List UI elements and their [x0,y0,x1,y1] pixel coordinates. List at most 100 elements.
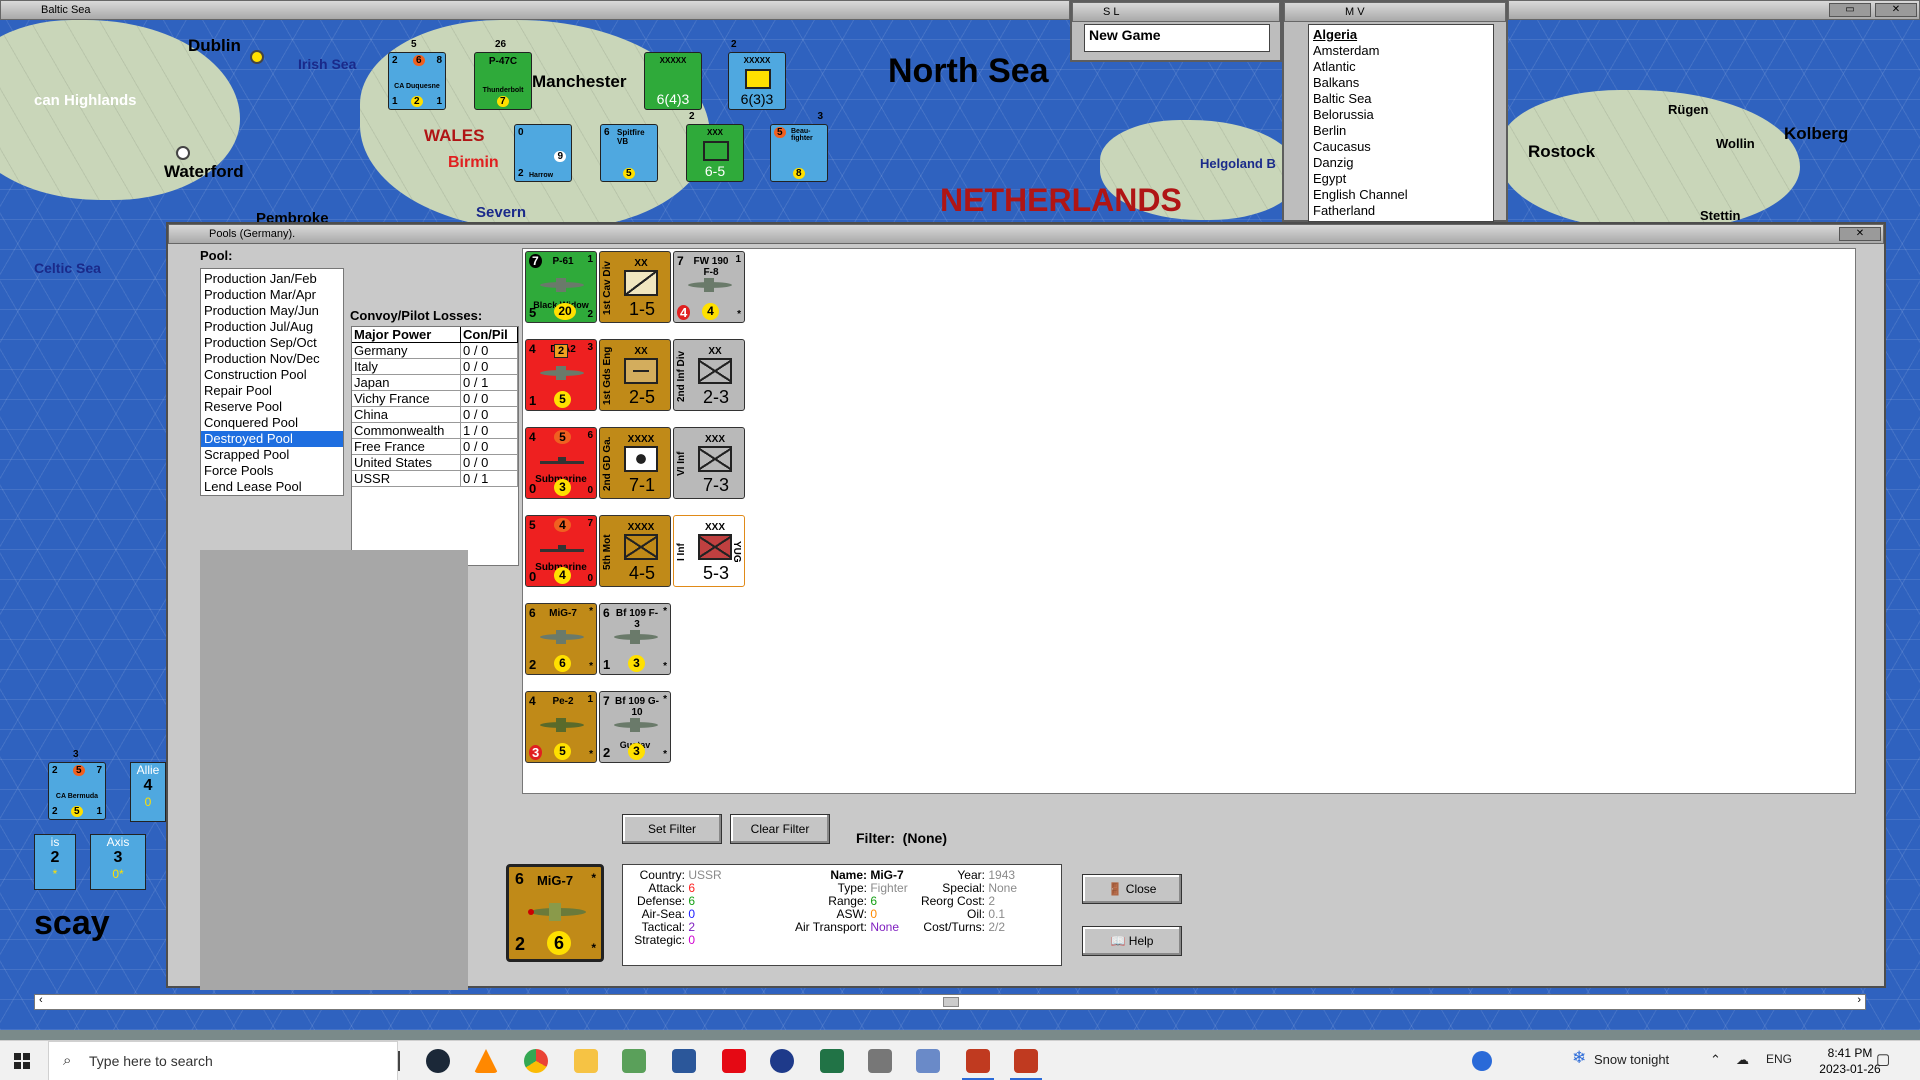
map-counter-spitfire[interactable]: 6 Spitfire VB 5 [600,124,658,182]
pool-unit-counter[interactable]: 5th Mot XXXX 4-5 [599,515,671,587]
pool-list-item[interactable]: Production Sep/Oct [201,335,343,351]
pool-list-item[interactable]: Construction Pool [201,367,343,383]
mv-location-item[interactable]: Danzig [1313,155,1489,171]
map-counter-ca-duquesne[interactable]: 5 2 6 8 CA Duquesne 1 2 1 [388,39,446,110]
mv-location-list[interactable]: Algeria Amsterdam Atlantic Balkans Baltic Se… [1308,24,1494,222]
pool-unit-counter[interactable]: 7 P-61 1 Black Widow 5 20 2 [525,251,597,323]
help-button[interactable]: 📖 Help [1082,926,1182,956]
map-counter-xxxxx-2[interactable]: 2 XXXXX 6(3)3 [728,39,786,110]
pool-unit-counter[interactable]: 6 Bf 109 F-3 * 1 3 * [599,603,671,675]
set-filter-button[interactable]: Set Filter [622,814,722,844]
pool-unit-counter[interactable]: 7Bf 109 G-10*Gustav23* [599,691,671,763]
disney-plus-icon[interactable] [770,1049,794,1073]
allies-box[interactable]: Allie 4 0 [130,762,166,822]
pool-unit-counter[interactable]: 2nd GD Ga. XXXX 7-1 [599,427,671,499]
losses-value: 0 / 1 [460,374,518,391]
pool-list-item[interactable]: Production May/Jun [201,303,343,319]
app-window-icon[interactable] [916,1049,940,1073]
mv-location-item[interactable]: Fatherland [1313,203,1489,219]
map-window-titlebar-right[interactable]: ▭ ✕ [1508,0,1920,20]
pool-list-item[interactable]: Production Mar/Apr [201,287,343,303]
map-counter-ca-bermuda[interactable]: 3 2 5 7 CA Bermuda 2 5 1 [48,749,106,820]
map-counter-harrow[interactable]: 0 9 2 Harrow [514,124,572,182]
game-icon[interactable] [966,1049,990,1073]
pool-list-item[interactable]: Production Jul/Aug [201,319,343,335]
mv-location-item[interactable]: Belorussia [1313,107,1489,123]
close-icon[interactable]: ✕ [1875,3,1917,17]
help-tips-icon[interactable] [1472,1051,1492,1071]
vlc-icon[interactable] [474,1049,498,1073]
map-horizontal-scrollbar[interactable]: ‹ › [34,994,1866,1010]
taskbar-search-input[interactable]: ⌕ Type here to search [48,1041,398,1080]
axis-box[interactable]: Axis 3 0* [90,834,146,890]
pool-unit-counter[interactable]: 4 Pe-2 1 3 5 * [525,691,597,763]
unit-counter-area[interactable]: 7 P-61 1 Black Widow 5 20 2 1st Cav Div XX 1-5 7 FW… [522,248,1856,794]
chevron-up-icon[interactable]: ⌃ [1710,1052,1721,1068]
mv-location-item[interactable]: Berlin [1313,123,1489,139]
pools-titlebar[interactable]: Pools (Germany). ✕ [168,224,1884,244]
map-counter-p47c[interactable]: 26 P-47C Thunderbolt 7 [474,39,532,110]
scroll-left-icon[interactable]: ‹ [39,994,43,1006]
file-explorer-icon[interactable] [574,1049,598,1073]
pool-list-item[interactable]: Conquered Pool [201,415,343,431]
side-box-left[interactable]: is 2 * [34,834,76,890]
pool-list-item[interactable]: Repair Pool [201,383,343,399]
word-icon[interactable] [672,1049,696,1073]
pool-list-item[interactable]: Lend Lease Pool [201,479,343,495]
map-counter-beaufighter[interactable]: 3 5 Beau-fighter 8 [770,111,828,182]
pool-unit-counter[interactable]: 1st Cav Div XX 1-5 [599,251,671,323]
pool-list-item[interactable]: Force Pools [201,463,343,479]
mv-location-item[interactable]: Egypt [1313,171,1489,187]
windows-start-icon[interactable] [14,1053,30,1069]
mv-panel-titlebar[interactable]: M V [1284,2,1506,22]
game-icon-2[interactable] [1014,1049,1038,1073]
mv-location-item[interactable]: English Channel [1313,187,1489,203]
mv-location-item[interactable]: Amsterdam [1313,43,1489,59]
pool-unit-counter[interactable]: 4Submarine65030 [525,427,597,499]
notepad-icon[interactable] [622,1049,646,1073]
chrome-icon[interactable] [524,1049,548,1073]
sl-panel-titlebar[interactable]: S L [1072,2,1280,22]
unit-bl: 2 [529,657,537,672]
pool-unit-counter[interactable]: 2nd Inf Div XX 2-3 [673,339,745,411]
calculator-icon[interactable] [868,1049,892,1073]
pool-unit-counter[interactable]: VI Inf XXX 7-3 [673,427,745,499]
notifications-icon[interactable]: ▢ [1876,1050,1890,1068]
pool-unit-counter[interactable]: 7 FW 190 F-8 1 4 4 * [673,251,745,323]
map-window-titlebar[interactable]: Baltic Sea [0,0,1070,20]
restore-icon[interactable]: ▭ [1829,3,1871,17]
detail-name: MiG-7 [870,868,904,882]
pools-close-icon[interactable]: ✕ [1839,227,1881,241]
pool-list-item[interactable]: Production Jan/Feb [201,271,343,287]
clear-filter-button[interactable]: Clear Filter [730,814,830,844]
pool-unit-counter[interactable]: 6 MiG-7 * 2 6 * [525,603,597,675]
sl-panel-value[interactable]: New Game [1084,24,1270,52]
pool-unit-counter[interactable]: 4D3A23215 [525,339,597,411]
language-indicator[interactable]: ENG [1766,1052,1792,1066]
pool-list-item[interactable]: Scrapped Pool [201,447,343,463]
pool-list-item[interactable]: Reserve Pool [201,399,343,415]
weather-text[interactable]: Snow tonight [1594,1052,1669,1067]
cloud-icon[interactable]: ☁ [1736,1052,1749,1068]
scroll-thumb[interactable] [943,997,959,1007]
mv-location-item[interactable]: Balkans [1313,75,1489,91]
close-button[interactable]: 🚪 Close [1082,874,1182,904]
mv-location-item[interactable]: Baltic Sea [1313,91,1489,107]
task-view-icon[interactable] [398,1051,400,1071]
mv-location-item[interactable]: Caucasus [1313,139,1489,155]
pool-list[interactable]: Production Jan/Feb Production Mar/Apr Prod… [200,268,344,496]
mv-location-item[interactable]: Atlantic [1313,59,1489,75]
map-counter-xxxxx-1[interactable]: XXXXX 6(4)3 [644,52,702,110]
scroll-right-icon[interactable]: › [1857,994,1861,1006]
pool-unit-counter[interactable]: 1st Gds Eng XX 2-5 [599,339,671,411]
pool-list-item[interactable]: Production Nov/Dec [201,351,343,367]
unit-value: 2-3 [702,387,729,407]
netflix-icon[interactable] [722,1049,746,1073]
mv-location-item[interactable]: Algeria [1313,27,1489,43]
pool-list-item[interactable]: Destroyed Pool [201,431,343,447]
pool-unit-counter[interactable]: I Inf XXX 5-3 YUG [673,515,745,587]
pool-unit-counter[interactable]: 5Submarine74040 [525,515,597,587]
map-counter-xxx-65[interactable]: 2 XXX 6-5 [686,111,744,182]
steam-icon[interactable] [426,1049,450,1073]
excel-icon[interactable] [820,1049,844,1073]
